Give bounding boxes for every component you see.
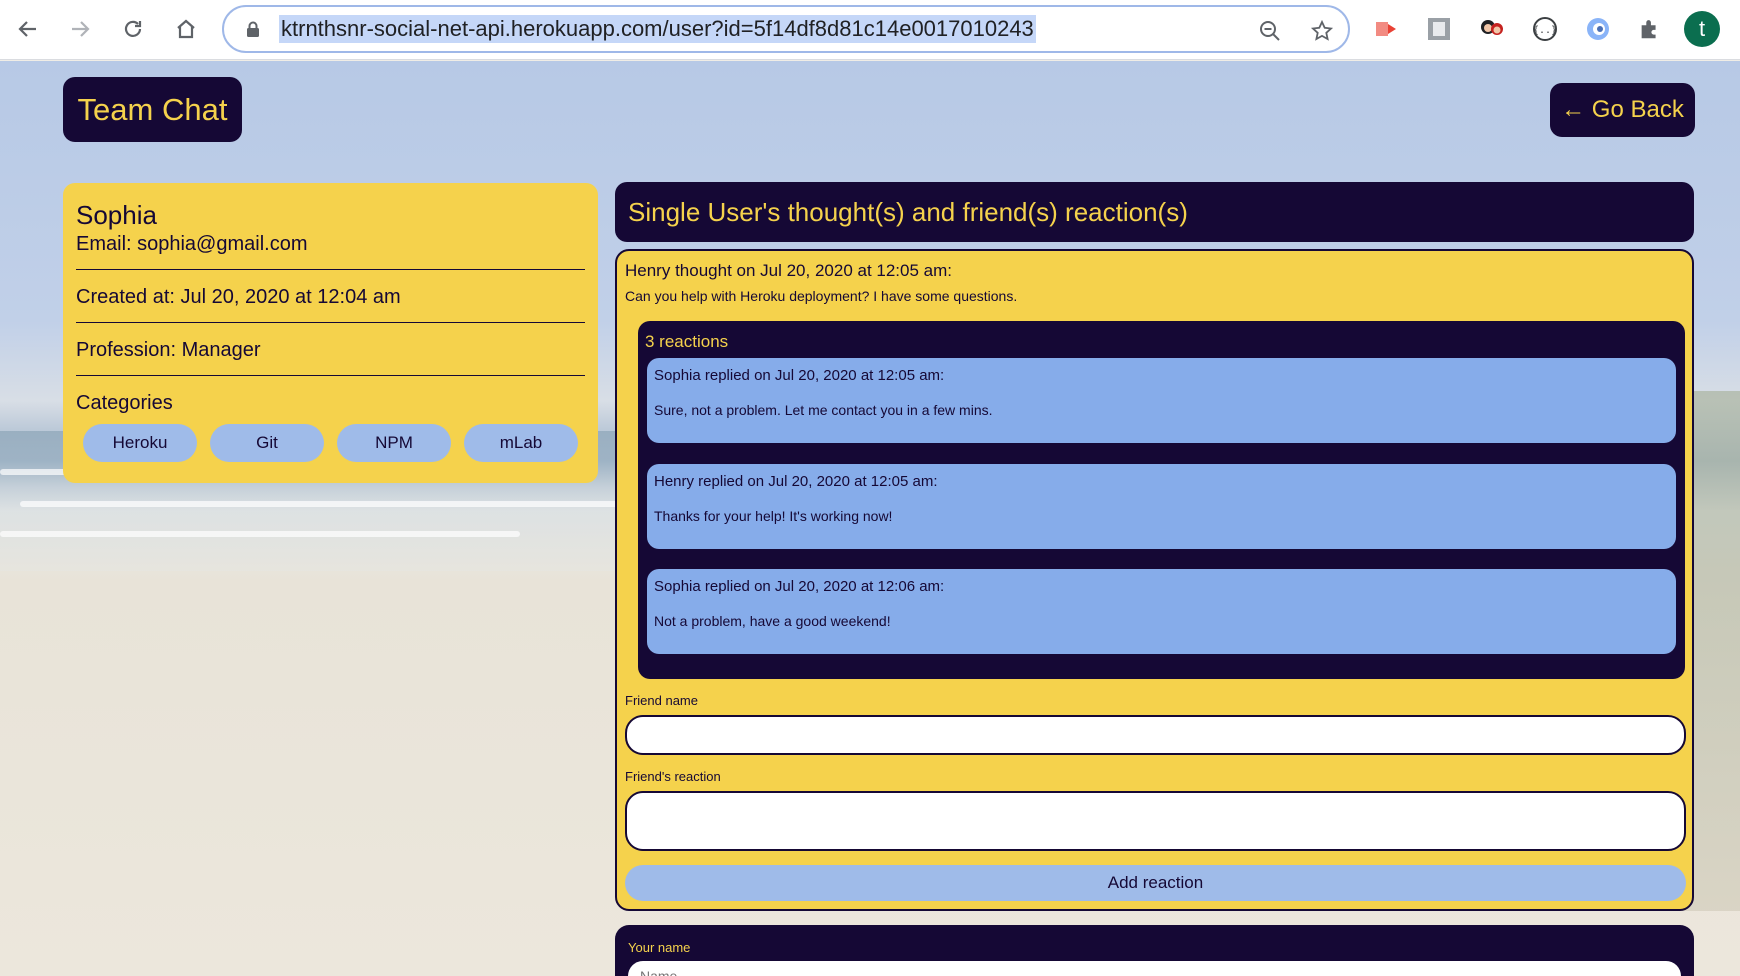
reaction-item: Sophia replied on Jul 20, 2020 at 12:06 …	[647, 569, 1676, 654]
profile-avatar[interactable]: t	[1684, 11, 1720, 47]
reaction-text: Thanks for your help! It's working now!	[654, 508, 893, 524]
user-profile-card: Sophia Email: sophia@gmail.com Created a…	[63, 183, 598, 483]
brand-logo[interactable]: Team Chat	[63, 77, 242, 142]
category-pill[interactable]: Heroku	[83, 424, 197, 462]
thought-card: Henry thought on Jul 20, 2020 at 12:05 a…	[615, 249, 1694, 911]
extensions-puzzle-icon[interactable]	[1632, 11, 1668, 47]
friend-reaction-input[interactable]	[625, 791, 1686, 851]
your-name-label: Your name	[628, 940, 691, 955]
your-name-input[interactable]	[628, 961, 1681, 976]
reactions-count: 3 reactions	[645, 332, 729, 351]
go-back-button[interactable]: ← Go Back	[1550, 83, 1695, 137]
page-content: Team Chat ← Go Back Sophia Email: sophia…	[0, 61, 1740, 976]
json-extension-icon[interactable]: {..}	[1527, 11, 1563, 47]
thought-header: Henry thought on Jul 20, 2020 at 12:05 a…	[625, 261, 953, 280]
reaction-text: Not a problem, have a good weekend!	[654, 613, 891, 629]
reaction-item: Sophia replied on Jul 20, 2020 at 12:05 …	[647, 358, 1676, 443]
reaction-header: Sophia replied on Jul 20, 2020 at 12:05 …	[654, 367, 945, 384]
home-icon[interactable]	[167, 10, 205, 48]
section-title: Single User's thought(s) and friend(s) r…	[615, 182, 1694, 242]
reaction-header: Sophia replied on Jul 20, 2020 at 12:06 …	[654, 578, 945, 595]
divider	[76, 375, 585, 376]
back-arrow-icon[interactable]	[9, 10, 47, 48]
categories-heading: Categories	[76, 392, 173, 414]
browser-toolbar: ktrnthsnr-social-net-api.herokuapp.com/u…	[0, 0, 1740, 60]
forward-arrow-icon[interactable]	[61, 10, 99, 48]
notes-extension-icon[interactable]	[1421, 11, 1457, 47]
category-pill[interactable]: mLab	[464, 424, 578, 462]
user-name: Sophia	[76, 200, 157, 230]
friend-name-label: Friend name	[625, 693, 698, 708]
url-text[interactable]: ktrnthsnr-social-net-api.herokuapp.com/u…	[279, 15, 1036, 43]
reaction-item: Henry replied on Jul 20, 2020 at 12:05 a…	[647, 464, 1676, 549]
zoom-out-icon[interactable]	[1256, 17, 1284, 45]
reload-icon[interactable]	[114, 10, 152, 48]
category-pill[interactable]: Git	[210, 424, 324, 462]
svg-text:{..}: {..}	[1533, 25, 1557, 36]
divider	[76, 269, 585, 270]
user-profession: Profession: Manager	[76, 339, 261, 361]
category-pill[interactable]: NPM	[337, 424, 451, 462]
bookmark-star-icon[interactable]	[1308, 17, 1336, 45]
divider	[76, 322, 585, 323]
user-email: Email: sophia@gmail.com	[76, 233, 308, 255]
category-list: Heroku Git NPM mLab	[76, 424, 585, 462]
reaction-header: Henry replied on Jul 20, 2020 at 12:05 a…	[654, 473, 938, 490]
thought-text: Can you help with Heroku deployment? I h…	[625, 288, 1018, 304]
avatar-extension-icon[interactable]	[1474, 11, 1510, 47]
reactions-panel: 3 reactions Sophia replied on Jul 20, 20…	[638, 321, 1685, 679]
background-wave	[20, 501, 620, 507]
add-reaction-button[interactable]: Add reaction	[625, 865, 1686, 901]
background-wave	[0, 531, 520, 537]
address-bar[interactable]: ktrnthsnr-social-net-api.herokuapp.com/u…	[222, 5, 1350, 53]
lock-icon[interactable]	[244, 20, 262, 38]
friend-reaction-label: Friend's reaction	[625, 769, 721, 784]
user-created-at: Created at: Jul 20, 2020 at 12:04 am	[76, 286, 401, 308]
cast-extension-icon[interactable]	[1368, 11, 1404, 47]
reaction-text: Sure, not a problem. Let me contact you …	[654, 402, 993, 418]
shield-extension-icon[interactable]	[1580, 11, 1616, 47]
friend-name-input[interactable]	[625, 715, 1686, 755]
new-thought-form: Your name	[615, 925, 1694, 976]
